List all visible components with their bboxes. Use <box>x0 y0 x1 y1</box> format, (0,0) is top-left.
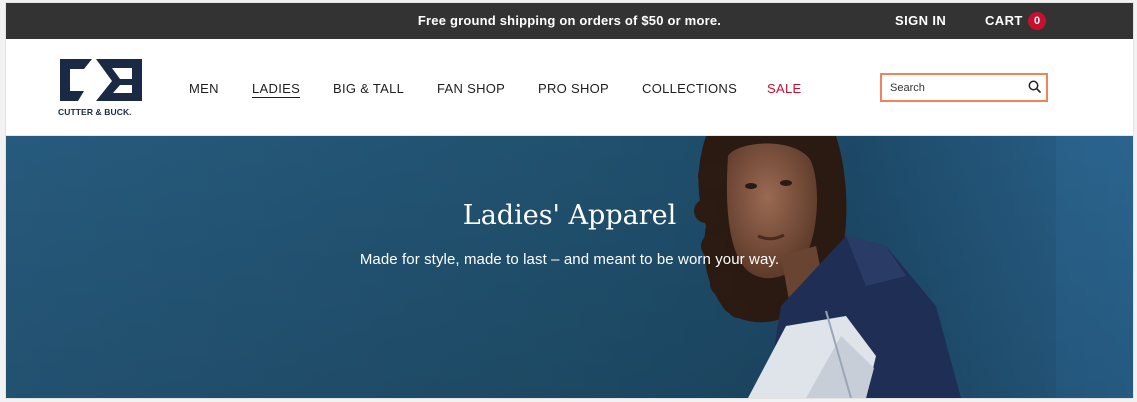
nav-item-sale[interactable]: SALE <box>767 81 801 96</box>
search-icon[interactable] <box>1028 80 1041 98</box>
nav-item-ladies[interactable]: LADIES <box>252 81 300 96</box>
site-header: CUTTER & BUCK. MEN LADIES BIG & TALL FAN… <box>6 39 1133 136</box>
logo-wordmark: CUTTER & BUCK. <box>58 107 132 117</box>
nav-item-men[interactable]: MEN <box>189 81 219 96</box>
page-frame: Free ground shipping on orders of $50 or… <box>6 3 1133 398</box>
nav-item-fan-shop[interactable]: FAN SHOP <box>437 81 505 96</box>
search-box[interactable] <box>880 73 1048 102</box>
logo-mark-icon <box>60 59 142 101</box>
promo-message: Free ground shipping on orders of $50 or… <box>417 13 722 28</box>
nav-item-pro-shop[interactable]: PRO SHOP <box>538 81 609 96</box>
nav-item-collections[interactable]: COLLECTIONS <box>642 81 737 96</box>
sign-in-link[interactable]: SIGN IN <box>895 3 946 39</box>
hero-subtitle: Made for style, made to last – and meant… <box>359 251 780 268</box>
promo-bar: Free ground shipping on orders of $50 or… <box>6 3 1133 39</box>
cart-count-badge[interactable]: 0 <box>1028 12 1046 30</box>
nav-item-big-tall[interactable]: BIG & TALL <box>333 81 404 96</box>
cart-link[interactable]: CART <box>985 3 1023 39</box>
brand-logo[interactable]: CUTTER & BUCK. <box>58 57 150 119</box>
hero-title: Ladies' Apparel <box>462 200 677 231</box>
search-input[interactable] <box>888 78 1018 98</box>
hero-banner: Ladies' Apparel Made for style, made to … <box>6 136 1133 398</box>
